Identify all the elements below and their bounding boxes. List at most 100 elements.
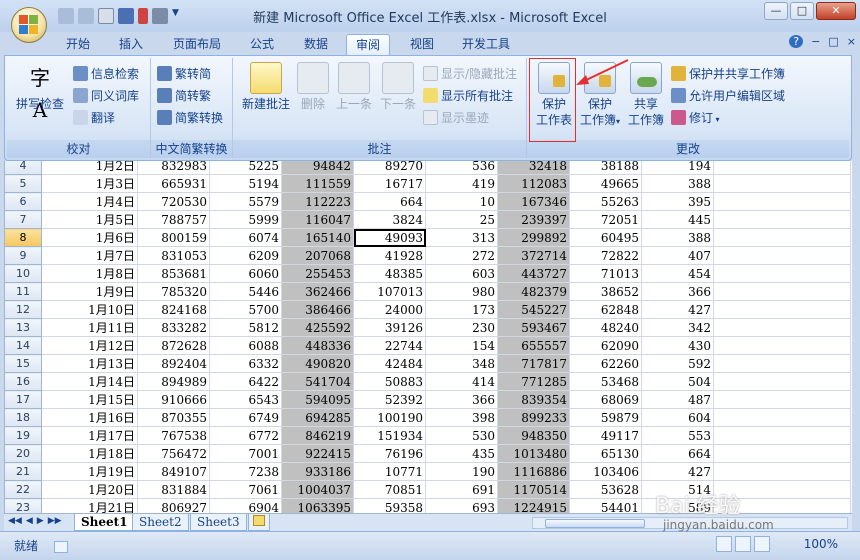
table-cell[interactable]	[713, 300, 851, 319]
table-cell[interactable]: 1004037	[281, 480, 354, 499]
table-cell[interactable]: 922415	[281, 444, 354, 463]
table-cell[interactable]: 62260	[569, 354, 642, 373]
table-cell[interactable]	[713, 318, 851, 337]
table-cell[interactable]: 49665	[569, 174, 642, 193]
table-cell[interactable]: 38188	[569, 161, 642, 175]
table-cell[interactable]: 430	[641, 336, 714, 355]
table-cell[interactable]: 1月18日	[41, 444, 138, 463]
table-cell[interactable]: 771285	[497, 372, 570, 391]
table-cell[interactable]: 53468	[569, 372, 642, 391]
table-cell[interactable]: 1月9日	[41, 282, 138, 301]
next-sheet-button[interactable]: ▶	[37, 516, 44, 526]
tab-view[interactable]: 视图	[402, 34, 442, 55]
table-cell[interactable]: 800159	[137, 228, 210, 247]
row-header[interactable]: 18	[4, 408, 42, 427]
table-cell[interactable]: 255453	[281, 264, 354, 283]
table-cell[interactable]: 694285	[281, 408, 354, 427]
table-cell[interactable]: 1月3日	[41, 174, 138, 193]
row-header[interactable]: 8	[4, 228, 42, 247]
table-cell[interactable]: 806927	[137, 498, 210, 513]
table-cell[interactable]: 388	[641, 228, 714, 247]
table-cell[interactable]: 32418	[497, 161, 570, 175]
table-cell[interactable]: 824168	[137, 300, 210, 319]
research-button[interactable]: 信息检索	[71, 64, 139, 84]
table-cell[interactable]: 72822	[569, 246, 642, 265]
table-cell[interactable]: 398	[425, 408, 498, 427]
table-cell[interactable]: 6209	[209, 246, 282, 265]
table-cell[interactable]: 1116886	[497, 462, 570, 481]
table-cell[interactable]: 443727	[497, 264, 570, 283]
row-header[interactable]: 21	[4, 462, 42, 481]
table-cell[interactable]: 553	[641, 426, 714, 445]
table-cell[interactable]: 664	[641, 444, 714, 463]
table-cell[interactable]: 7061	[209, 480, 282, 499]
table-cell[interactable]: 427	[641, 300, 714, 319]
table-cell[interactable]: 604	[641, 408, 714, 427]
prev-comment-button[interactable]: 上一条	[333, 62, 375, 112]
table-cell[interactable]: 3824	[353, 210, 426, 229]
table-cell[interactable]: 1月17日	[41, 426, 138, 445]
protect-and-share-button[interactable]: 保护并共享工作簿	[669, 64, 785, 84]
row-header[interactable]: 13	[4, 318, 42, 337]
table-cell[interactable]: 1月5日	[41, 210, 138, 229]
table-cell[interactable]: 1063395	[281, 498, 354, 513]
track-changes-button[interactable]: 修订 ▾	[669, 108, 720, 128]
table-cell[interactable]: 5225	[209, 161, 282, 175]
restore-button[interactable]: □	[790, 2, 814, 20]
table-cell[interactable]: 427	[641, 462, 714, 481]
table-cell[interactable]	[713, 174, 851, 193]
table-cell[interactable]: 194	[641, 161, 714, 175]
row-header[interactable]: 16	[4, 372, 42, 391]
table-cell[interactable]: 299892	[497, 228, 570, 247]
table-cell[interactable]: 414	[425, 372, 498, 391]
minimize-button[interactable]: —	[764, 2, 788, 20]
table-cell[interactable]: 1170514	[497, 480, 570, 499]
spellcheck-button[interactable]: 字A 拼写检查	[13, 62, 67, 122]
table-cell[interactable]: 717817	[497, 354, 570, 373]
table-cell[interactable]: 541704	[281, 372, 354, 391]
table-cell[interactable]: 272	[425, 246, 498, 265]
prev-sheet-button[interactable]: ◀	[26, 516, 33, 526]
table-cell[interactable]: 62090	[569, 336, 642, 355]
table-cell[interactable]: 6088	[209, 336, 282, 355]
table-cell[interactable]: 7001	[209, 444, 282, 463]
table-cell[interactable]: 6422	[209, 372, 282, 391]
table-cell[interactable]: 348	[425, 354, 498, 373]
table-cell[interactable]: 665931	[137, 174, 210, 193]
table-cell[interactable]: 831884	[137, 480, 210, 499]
table-cell[interactable]: 50883	[353, 372, 426, 391]
row-header[interactable]: 23	[4, 498, 42, 513]
table-cell[interactable]: 832983	[137, 161, 210, 175]
table-cell[interactable]: 603	[425, 264, 498, 283]
new-comment-button[interactable]: 新建批注	[237, 62, 295, 112]
table-cell[interactable]	[713, 246, 851, 265]
table-cell[interactable]: 948350	[497, 426, 570, 445]
table-cell[interactable]: 70851	[353, 480, 426, 499]
table-cell[interactable]: 366	[425, 390, 498, 409]
show-ink-button[interactable]: 显示墨迹	[421, 108, 489, 128]
table-cell[interactable]: 107013	[353, 282, 426, 301]
row-header[interactable]: 14	[4, 336, 42, 355]
page-layout-view-icon[interactable]	[735, 536, 751, 552]
table-cell[interactable]: 980	[425, 282, 498, 301]
table-cell[interactable]: 448336	[281, 336, 354, 355]
page-break-view-icon[interactable]	[754, 536, 770, 552]
table-cell[interactable]: 112223	[281, 192, 354, 211]
table-cell[interactable]: 1月7日	[41, 246, 138, 265]
table-cell[interactable]: 655557	[497, 336, 570, 355]
doc-restore-button[interactable]: □	[828, 35, 838, 48]
table-cell[interactable]	[713, 408, 851, 427]
help-icon[interactable]: ?	[789, 35, 804, 48]
tab-insert[interactable]: 插入	[111, 34, 151, 55]
table-cell[interactable]: 366	[641, 282, 714, 301]
table-cell[interactable]: 788757	[137, 210, 210, 229]
sheet-tab-sheet1[interactable]: Sheet1	[74, 514, 135, 531]
simp-to-trad-button[interactable]: 简转繁	[155, 86, 211, 106]
table-cell[interactable]: 372714	[497, 246, 570, 265]
table-cell[interactable]	[713, 264, 851, 283]
table-cell[interactable]: 1月4日	[41, 192, 138, 211]
table-cell[interactable]: 785320	[137, 282, 210, 301]
show-all-comments-button[interactable]: 显示所有批注	[421, 86, 513, 106]
table-cell[interactable]	[713, 354, 851, 373]
table-cell[interactable]: 839354	[497, 390, 570, 409]
